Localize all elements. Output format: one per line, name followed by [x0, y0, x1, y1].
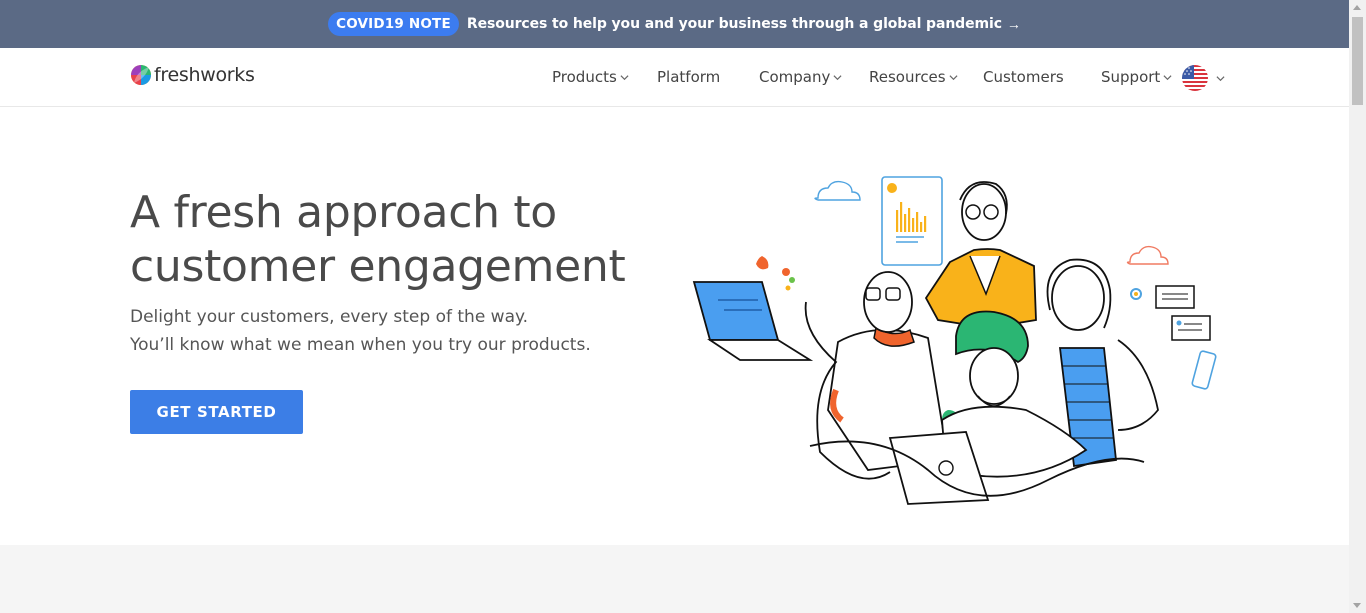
laptop-icon: [692, 281, 780, 341]
chat-bubble-icon: [1155, 285, 1195, 309]
page-scrollbar[interactable]: [1349, 0, 1366, 613]
covid-badge: COVID19 NOTE: [328, 12, 459, 36]
nav-item-products[interactable]: Products: [552, 68, 629, 86]
cloud-icon: [814, 180, 861, 201]
scroll-down-icon[interactable]: [1353, 603, 1361, 608]
hero-subtitle-line1: Delight your customers, every step of th…: [130, 307, 529, 327]
hero-illustration: [692, 176, 1217, 505]
nav-item-label: Company: [759, 68, 831, 86]
nav-item-label: Customers: [983, 68, 1064, 86]
chevron-down-icon: [833, 74, 842, 80]
nav-item-resources[interactable]: Resources: [869, 68, 958, 86]
nav-item-label: Products: [552, 68, 617, 86]
us-flag-icon[interactable]: [1182, 65, 1208, 91]
hero-subtitle-line2: You’ll know what we mean when you try ou…: [130, 335, 591, 355]
language-chevron-down-icon[interactable]: [1216, 74, 1225, 83]
chat-bubble-icon: [1171, 315, 1211, 341]
hero-title: A fresh approach to customer engagement: [130, 186, 626, 294]
nav-item-label: Platform: [657, 68, 721, 86]
chevron-down-icon: [949, 74, 958, 80]
covid-banner[interactable]: COVID19 NOTE Resources to help you and y…: [0, 0, 1349, 48]
covid-banner-text: Resources to help you and your business …: [466, 16, 1002, 32]
hero-title-line2: customer engagement: [130, 241, 626, 292]
scroll-up-icon[interactable]: [1353, 5, 1361, 10]
hero-title-line1: A fresh approach to: [130, 187, 557, 238]
cloud-icon: [1126, 245, 1169, 265]
nav-item-company[interactable]: Company: [759, 68, 842, 86]
nav-item-customers[interactable]: Customers: [983, 68, 1064, 86]
hero-subtitle: Delight your customers, every step of th…: [130, 303, 591, 359]
nav-item-support[interactable]: Support: [1101, 68, 1172, 86]
freshworks-logo[interactable]: freshworks: [130, 64, 255, 86]
chevron-down-icon: [1163, 74, 1172, 80]
scrollbar-thumb[interactable]: [1352, 17, 1363, 105]
logo-text: freshworks: [154, 64, 255, 86]
freshworks-logo-icon: [131, 65, 151, 85]
next-section-band: [0, 545, 1349, 613]
arrow-right-icon: →: [1006, 16, 1021, 32]
phone-icon: [1191, 350, 1217, 390]
nav-item-label: Resources: [869, 68, 946, 86]
top-navigation: freshworks Products Platform Company Res…: [0, 48, 1349, 107]
nav-item-label: Support: [1101, 68, 1161, 86]
nav-item-platform[interactable]: Platform: [657, 68, 720, 86]
chevron-down-icon: [620, 74, 629, 80]
get-started-button[interactable]: GET STARTED: [130, 390, 303, 434]
